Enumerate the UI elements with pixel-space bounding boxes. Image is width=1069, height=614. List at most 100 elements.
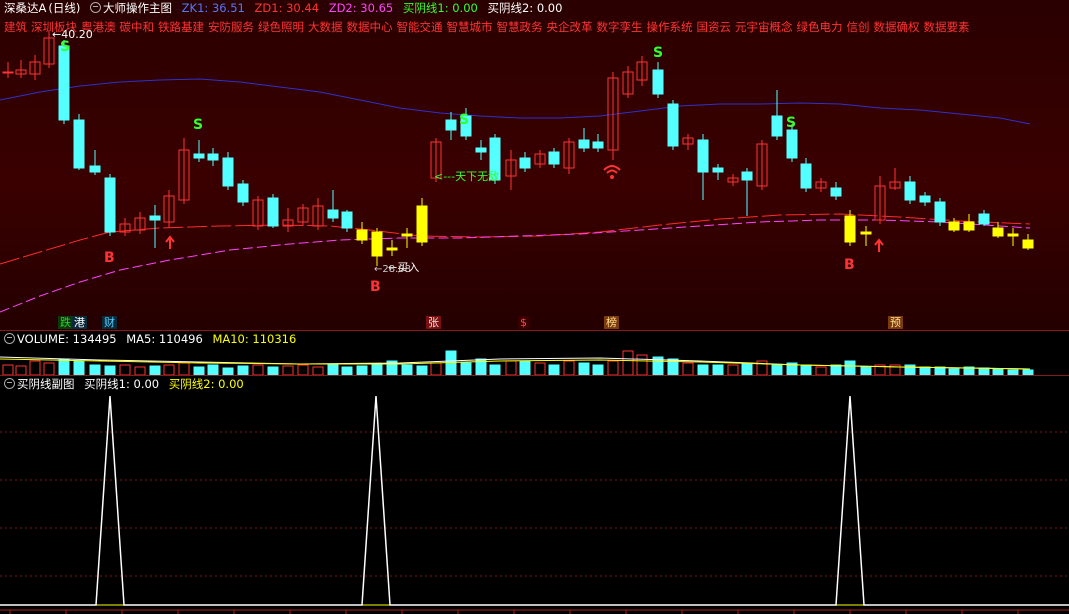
candle[interactable] <box>919 195 931 203</box>
volume-bar[interactable] <box>119 364 131 375</box>
candle[interactable] <box>697 139 709 173</box>
sector-tag[interactable]: 智能交通 <box>397 20 443 34</box>
sector-tag[interactable]: 信创 <box>847 20 870 34</box>
volume-bar[interactable] <box>267 366 279 375</box>
candle[interactable] <box>341 211 353 229</box>
volume-bar[interactable] <box>934 366 946 375</box>
indicator-name[interactable]: 大师操作主图 <box>103 1 172 15</box>
volume-bar[interactable] <box>193 366 205 375</box>
candle[interactable] <box>207 153 219 161</box>
candle[interactable] <box>771 115 783 137</box>
candle[interactable] <box>844 215 856 243</box>
volume-bar[interactable] <box>29 360 41 375</box>
event-tag[interactable]: 跌 <box>58 316 73 329</box>
volume-bar[interactable] <box>416 365 428 375</box>
candle[interactable] <box>548 151 560 165</box>
sector-tag[interactable]: 大数据 <box>308 20 343 34</box>
candle[interactable] <box>416 205 428 243</box>
volume-bar[interactable] <box>505 360 517 375</box>
candle[interactable] <box>978 213 990 225</box>
volume-bar[interactable] <box>771 364 783 375</box>
candle[interactable] <box>401 233 413 237</box>
candle[interactable] <box>371 231 383 257</box>
volume-bar[interactable] <box>830 364 842 375</box>
candle[interactable] <box>800 163 812 189</box>
volume-bar[interactable] <box>252 364 264 375</box>
candle[interactable] <box>475 147 487 153</box>
candle[interactable] <box>386 247 398 251</box>
candle[interactable] <box>741 171 753 181</box>
sub-indicator-pane[interactable]: 买阴线副图 买阴线1: 0.00 买阴线2: 0.00 <box>0 376 1069 614</box>
candle[interactable] <box>237 183 249 203</box>
candle[interactable] <box>786 129 798 159</box>
candle[interactable] <box>592 141 604 149</box>
event-tag[interactable]: $ <box>518 316 529 329</box>
volume-bar[interactable] <box>163 364 175 375</box>
candle[interactable] <box>948 221 960 231</box>
volume-bar[interactable] <box>2 364 14 375</box>
event-tag[interactable]: 榜 <box>604 316 619 329</box>
volume-bar[interactable] <box>430 362 442 375</box>
sector-tag[interactable]: 铁路基建 <box>158 20 204 34</box>
volume-bar[interactable] <box>978 367 990 375</box>
candle[interactable] <box>652 69 664 95</box>
volume-bar[interactable] <box>548 364 560 375</box>
volume-bar[interactable] <box>297 364 309 375</box>
sector-tag[interactable]: 建筑 <box>4 20 27 34</box>
period-label[interactable]: (日线) <box>48 1 80 15</box>
volume-bar[interactable] <box>519 360 531 375</box>
event-tag[interactable]: 张 <box>426 316 441 329</box>
sub-indicator-name[interactable]: 买阴线副图 <box>17 377 75 391</box>
event-tag[interactable]: 预 <box>888 316 903 329</box>
volume-bar[interactable] <box>682 362 694 375</box>
sector-tag[interactable]: 元宇宙概念 <box>735 20 793 34</box>
volume-bar[interactable] <box>712 364 724 375</box>
event-tag[interactable]: 港 <box>72 316 87 329</box>
candle[interactable] <box>104 177 116 233</box>
volume-bar[interactable] <box>919 366 931 375</box>
volume-bar[interactable] <box>327 364 339 375</box>
volume-bar[interactable] <box>282 365 294 375</box>
sub-collapse-icon[interactable] <box>4 378 15 389</box>
candle[interactable] <box>58 45 70 121</box>
volume-bar[interactable] <box>622 350 634 375</box>
candle[interactable] <box>149 215 161 221</box>
candle[interactable] <box>445 119 457 131</box>
candle[interactable] <box>519 157 531 169</box>
volume-bar[interactable] <box>489 364 501 375</box>
volume-bar[interactable] <box>149 365 161 375</box>
volume-bar[interactable] <box>237 365 249 375</box>
volume-pane[interactable]: VOLUME: 134495 MA5: 110496 MA10: 110316 <box>0 331 1069 375</box>
candle[interactable] <box>356 229 368 241</box>
volume-bar[interactable] <box>578 362 590 375</box>
volume-bar[interactable] <box>592 364 604 375</box>
volume-bar[interactable] <box>727 364 739 375</box>
candle[interactable] <box>89 165 101 173</box>
candle[interactable] <box>193 153 205 159</box>
indicator-collapse-icon[interactable] <box>90 2 102 13</box>
volume-bar[interactable] <box>401 364 413 375</box>
sector-tag[interactable]: 数字孪生 <box>597 20 643 34</box>
volume-collapse-icon[interactable] <box>4 333 15 344</box>
volume-bar[interactable] <box>607 360 619 375</box>
sector-tag[interactable]: 绿色照明 <box>258 20 304 34</box>
candle[interactable] <box>267 197 279 227</box>
sector-tag[interactable]: 央企改革 <box>547 20 593 34</box>
volume-bar[interactable] <box>312 366 324 375</box>
sector-tag[interactable]: 智慧城市 <box>447 20 493 34</box>
sector-tag[interactable]: 安防服务 <box>208 20 254 34</box>
sector-tag[interactable]: 绿色电力 <box>797 20 843 34</box>
volume-bar[interactable] <box>697 364 709 375</box>
volume-bar[interactable] <box>371 364 383 375</box>
sector-tag[interactable]: 国资云 <box>697 20 732 34</box>
volume-bar[interactable] <box>73 360 85 375</box>
volume-bar[interactable] <box>207 364 219 375</box>
volume-bar[interactable] <box>800 364 812 375</box>
volume-bar[interactable] <box>43 362 55 375</box>
candlestick-chart[interactable] <box>0 0 1069 330</box>
candle[interactable] <box>992 227 1004 237</box>
sector-tag[interactable]: 数据中心 <box>347 20 393 34</box>
main-chart-pane[interactable]: 深桑达A (日线) 大师操作主图 ZK1: 36.51 ZD1: 30.44 ZD… <box>0 0 1069 330</box>
volume-bar[interactable] <box>134 366 146 375</box>
volume-bar[interactable] <box>341 366 353 375</box>
